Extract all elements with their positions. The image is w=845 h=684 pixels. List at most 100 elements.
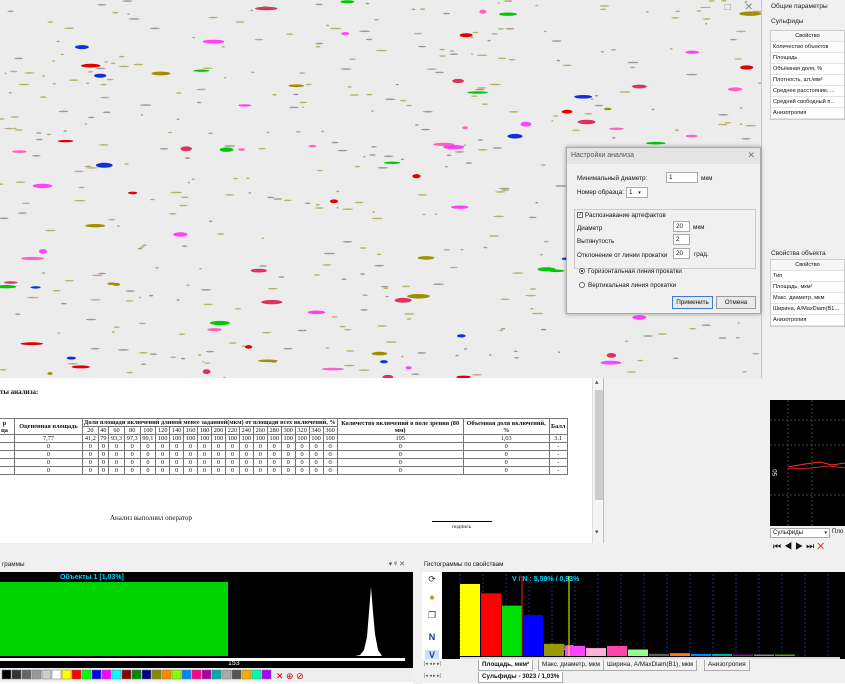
inclusion-object[interactable] xyxy=(685,134,698,138)
inclusion-object[interactable] xyxy=(209,320,230,326)
palette-swatch[interactable] xyxy=(181,669,192,680)
inclusion-object[interactable] xyxy=(180,146,192,152)
n-mode-button[interactable]: N xyxy=(425,632,439,645)
tab-area[interactable]: Площадь, мкм² xyxy=(478,660,534,671)
palette-swatch[interactable] xyxy=(1,669,12,680)
palette-swatch[interactable] xyxy=(101,669,112,680)
scroll-down-icon[interactable]: ▾ xyxy=(595,528,599,536)
object-prop-row[interactable]: Ширина, A/MaxDiam(B1... xyxy=(771,304,844,315)
osc-dropdown2[interactable]: Пло xyxy=(832,529,843,535)
palette-swatch[interactable] xyxy=(131,669,142,680)
inclusion-object[interactable] xyxy=(479,9,487,14)
inclusion-object[interactable] xyxy=(39,249,47,254)
palette-swatch[interactable] xyxy=(41,669,52,680)
scroll-up-icon[interactable]: ▴ xyxy=(595,378,599,386)
cancel-button[interactable]: Отмена xyxy=(716,296,756,309)
refresh-icon[interactable]: ⟳ xyxy=(425,574,439,587)
inclusion-object[interactable] xyxy=(443,145,465,150)
inclusion-object[interactable] xyxy=(258,359,278,363)
inclusion-object[interactable] xyxy=(128,191,138,195)
inclusion-object[interactable] xyxy=(412,174,421,179)
palette-swatch[interactable] xyxy=(91,669,102,680)
close-icon[interactable]: ✕ xyxy=(745,2,753,13)
copy-icon[interactable]: ❐ xyxy=(425,610,439,623)
general-filter[interactable]: Сульфиды xyxy=(771,18,803,25)
palette-swatch[interactable] xyxy=(31,669,42,680)
tab-width[interactable]: Ширина, A/MaxDiam(B1), мкм xyxy=(603,660,698,671)
palette-swatch[interactable] xyxy=(251,669,262,680)
inclusion-object[interactable] xyxy=(467,91,488,94)
object-prop-row[interactable]: Тип xyxy=(771,271,844,282)
radio-vertical[interactable]: Вертикальная линия прокатки xyxy=(579,282,676,289)
general-prop-row[interactable]: Плотность, шт./мм² xyxy=(771,75,844,86)
palette-swatch[interactable] xyxy=(211,669,222,680)
first-icon[interactable]: ⏮ xyxy=(773,541,784,551)
filter-icon[interactable]: ♠ xyxy=(425,592,439,605)
inclusion-object[interactable] xyxy=(30,286,41,289)
inclusion-object[interactable] xyxy=(66,356,77,360)
general-prop-row[interactable]: Среднее расстояние, ... xyxy=(771,86,844,97)
inclusion-object[interactable] xyxy=(20,342,44,346)
palette-swatch[interactable] xyxy=(61,669,72,680)
palette-swatch[interactable] xyxy=(191,669,202,680)
minimize-icon[interactable]: — xyxy=(701,2,711,13)
inclusion-object[interactable] xyxy=(47,372,53,375)
palette-swatch[interactable] xyxy=(111,669,122,680)
hist-left-controls[interactable]: ▾ ᵠ ✕ xyxy=(389,560,405,568)
inclusion-object[interactable] xyxy=(608,127,624,130)
palette-swatch[interactable] xyxy=(231,669,242,680)
palette-swatch[interactable] xyxy=(71,669,82,680)
inclusion-object[interactable] xyxy=(561,109,573,114)
inclusion-object[interactable] xyxy=(202,39,225,44)
palette-swatch[interactable] xyxy=(51,669,62,680)
inclusion-object[interactable] xyxy=(96,162,113,168)
deviation-input[interactable]: 20 xyxy=(673,248,690,259)
inclusion-object[interactable] xyxy=(21,256,44,261)
inclusion-object[interactable] xyxy=(219,147,234,152)
inclusion-object[interactable] xyxy=(238,104,252,107)
scroll-thumb[interactable] xyxy=(595,390,603,500)
inclusion-object[interactable] xyxy=(308,145,317,148)
elongation-input[interactable]: 2 xyxy=(673,234,690,245)
general-prop-row[interactable]: Площадь xyxy=(771,53,844,64)
inclusion-object[interactable] xyxy=(75,45,89,50)
inclusion-object[interactable] xyxy=(250,268,267,273)
inclusion-object[interactable] xyxy=(603,107,612,111)
inclusion-object[interactable] xyxy=(394,297,412,303)
palette-swatch[interactable] xyxy=(161,669,172,680)
inclusion-object[interactable] xyxy=(632,84,647,89)
inclusion-object[interactable] xyxy=(459,33,473,38)
palette-swatch[interactable] xyxy=(121,669,132,680)
tab-anisotropy[interactable]: Анизотропия xyxy=(704,660,750,671)
inclusion-object[interactable] xyxy=(238,148,246,151)
inclusion-object[interactable] xyxy=(499,12,517,16)
inclusion-object[interactable] xyxy=(202,369,211,375)
inclusion-object[interactable] xyxy=(288,84,305,88)
close-icon[interactable]: ✕ xyxy=(747,150,755,161)
inclusion-object[interactable] xyxy=(462,126,468,130)
inclusion-object[interactable] xyxy=(537,267,556,272)
palette-swatch[interactable] xyxy=(241,669,252,680)
inclusion-object[interactable] xyxy=(307,310,326,315)
inclusion-object[interactable] xyxy=(507,133,523,139)
inclusion-object[interactable] xyxy=(207,328,222,332)
inclusion-object[interactable] xyxy=(417,256,435,260)
tab-max-diameter[interactable]: Макс. диаметр, мкм xyxy=(538,660,604,671)
inclusion-object[interactable] xyxy=(94,73,107,78)
object-prop-row[interactable]: Анизотропия xyxy=(771,315,844,326)
color-palette[interactable]: ✕ ⊕ ⊘ xyxy=(0,668,413,682)
object-prop-row[interactable]: Площадь, мкм² xyxy=(771,282,844,293)
inclusion-object[interactable] xyxy=(371,351,388,356)
inclusion-object[interactable] xyxy=(727,87,743,92)
min-diameter-input[interactable]: 1 xyxy=(666,172,698,183)
tab-nav-icon[interactable]: |◂ ◂ ▸ ▸| xyxy=(424,661,441,667)
tab-nav-icon[interactable]: |◂ ◂ ▸ ▸| xyxy=(424,673,441,679)
inclusion-object[interactable] xyxy=(380,360,388,364)
palette-swatch[interactable] xyxy=(201,669,212,680)
inclusion-object[interactable] xyxy=(173,232,188,237)
inclusion-object[interactable] xyxy=(261,300,283,305)
inclusion-object[interactable] xyxy=(85,224,106,228)
palette-swatch[interactable] xyxy=(81,669,92,680)
prev-icon[interactable]: ◀ xyxy=(784,541,795,551)
inclusion-object[interactable] xyxy=(193,69,210,72)
